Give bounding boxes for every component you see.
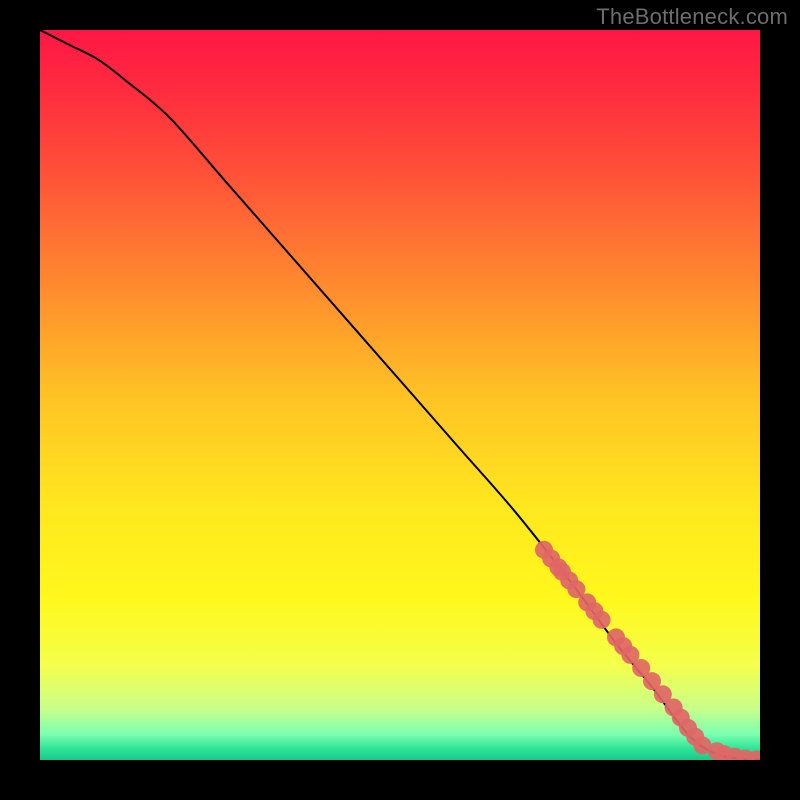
marker-dot: [593, 611, 611, 629]
chart-frame: TheBottleneck.com: [0, 0, 800, 800]
chart-svg: [40, 30, 760, 760]
attribution-text: TheBottleneck.com: [596, 4, 788, 30]
plot-area: [40, 30, 760, 760]
gradient-background: [40, 30, 760, 760]
